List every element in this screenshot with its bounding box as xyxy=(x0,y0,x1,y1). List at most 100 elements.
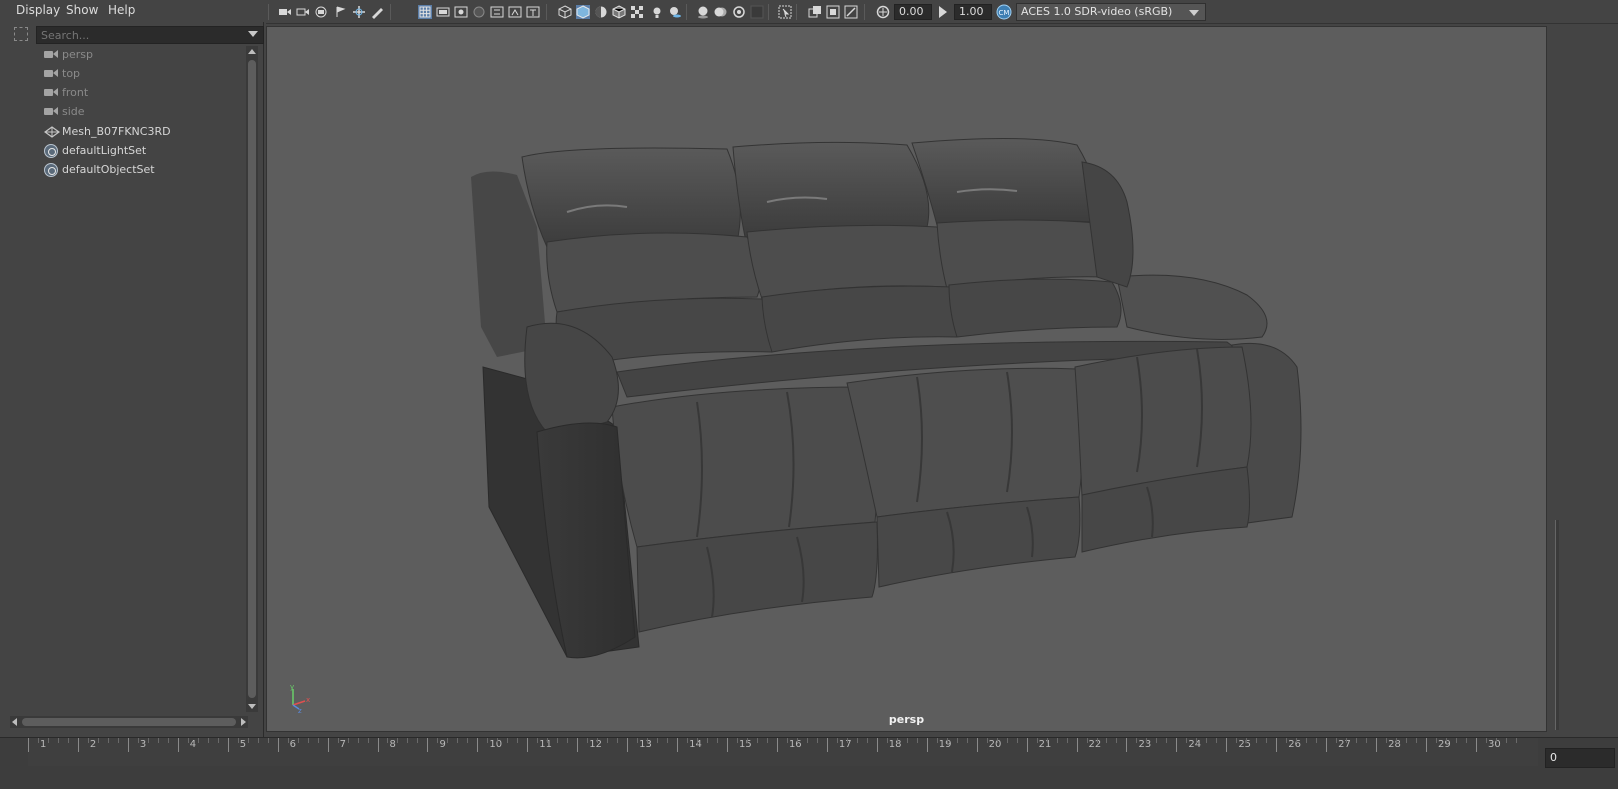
color-space-dropdown[interactable]: ACES 1.0 SDR-video (sRGB) xyxy=(1016,3,1206,21)
grid-icon[interactable] xyxy=(418,5,432,19)
depth-of-field-icon[interactable] xyxy=(750,5,764,19)
outliner-item-default-light-set[interactable]: defaultLightSet xyxy=(10,142,246,161)
2d-pan-zoom-icon[interactable] xyxy=(352,5,366,19)
safe-action-icon[interactable] xyxy=(508,5,522,19)
timeline-tick-label: 14 xyxy=(689,739,702,750)
timeline-minor-tick xyxy=(786,738,788,743)
timeline-minor-tick xyxy=(1206,738,1208,743)
safe-title-icon[interactable] xyxy=(526,5,540,19)
outliner-vertical-scrollbar[interactable] xyxy=(246,46,258,712)
outliner-item-persp[interactable]: persp xyxy=(10,46,246,65)
outliner-item-label: Mesh_B07FKNC3RD xyxy=(62,125,171,138)
timeline-minor-tick xyxy=(856,738,858,743)
search-input[interactable] xyxy=(36,26,264,44)
image-plane-icon[interactable] xyxy=(334,5,348,19)
timeline-tick-label: 8 xyxy=(389,739,396,750)
viewport-3d[interactable]: y x z persp xyxy=(266,26,1547,732)
timeline-minor-tick xyxy=(816,738,818,743)
outliner-item-mesh[interactable]: Mesh_B07FKNC3RD xyxy=(10,123,246,142)
timeline-minor-tick xyxy=(956,738,958,743)
select-camera-icon[interactable] xyxy=(278,5,292,19)
timeline-minor-tick xyxy=(637,738,639,743)
bookmarks-icon[interactable] xyxy=(314,5,328,19)
right-panel-edge xyxy=(1549,24,1618,734)
use-all-lights-icon[interactable] xyxy=(650,5,664,19)
timeline-minor-tick xyxy=(307,738,309,743)
camera-attributes-icon[interactable] xyxy=(296,5,310,19)
wireframe-icon[interactable] xyxy=(558,5,572,19)
timeline-tick-label: 6 xyxy=(289,739,297,750)
time-slider[interactable]: 1 2 3 4 5 6 7 8 9 10 11 12 13 14 15 16 17 18 19 20 21 22 23 24 2… xyxy=(0,737,1618,789)
search-row xyxy=(10,26,264,44)
outliner-item-label: side xyxy=(62,105,85,118)
xray-icon[interactable] xyxy=(808,5,822,19)
grease-pencil-icon[interactable] xyxy=(370,5,384,19)
outliner-horizontal-scrollbar[interactable] xyxy=(10,716,248,728)
menu-help[interactable]: Help xyxy=(108,3,135,17)
menu-display[interactable]: Display xyxy=(16,3,60,17)
color-management-icon[interactable]: CM xyxy=(996,4,1012,20)
isolate-select-icon[interactable] xyxy=(778,5,792,19)
timeline-minor-tick xyxy=(1316,738,1318,743)
timeline-minor-tick xyxy=(1495,738,1497,743)
scrollbar-thumb[interactable] xyxy=(22,718,236,726)
panel-divider[interactable] xyxy=(1555,520,1559,730)
timeline-tick xyxy=(1376,738,1378,752)
anti-aliasing-icon[interactable] xyxy=(732,5,746,19)
gate-mask-icon[interactable] xyxy=(472,5,486,19)
scroll-left-icon[interactable] xyxy=(12,718,17,726)
timeline-minor-tick xyxy=(1196,738,1198,743)
scrollbar-thumb[interactable] xyxy=(248,60,256,698)
xray-joints-icon[interactable] xyxy=(826,5,840,19)
smooth-shade-icon[interactable] xyxy=(576,5,590,19)
timeline-minor-tick xyxy=(1256,738,1258,743)
timeline-minor-tick xyxy=(67,738,69,743)
camera-icon xyxy=(44,87,58,99)
outliner-item-top[interactable]: top xyxy=(10,65,246,84)
scroll-up-icon[interactable] xyxy=(248,49,256,54)
default-material-icon[interactable] xyxy=(594,5,608,19)
timeline-tick-label: 16 xyxy=(788,739,802,750)
timeline-minor-tick xyxy=(587,738,589,743)
search-options-chevron-down-icon[interactable] xyxy=(248,31,258,37)
exposure-field[interactable]: 0.00 xyxy=(894,4,932,20)
menu-show[interactable]: Show xyxy=(66,3,98,17)
scroll-down-icon[interactable] xyxy=(248,704,256,709)
timeline-minor-tick xyxy=(1016,738,1018,743)
current-frame-field[interactable]: 0 xyxy=(1545,748,1615,768)
timeline-minor-tick xyxy=(617,738,619,743)
gamma-field[interactable]: 1.00 xyxy=(954,4,992,20)
field-chart-icon[interactable] xyxy=(490,5,504,19)
scroll-right-icon[interactable] xyxy=(241,718,246,726)
ambient-occlusion-icon[interactable] xyxy=(696,5,710,19)
timeline-minor-tick xyxy=(357,738,359,743)
timeline-minor-tick xyxy=(1266,738,1268,743)
timeline-minor-tick xyxy=(547,738,549,743)
resolution-gate-icon[interactable] xyxy=(454,5,468,19)
time-ruler[interactable]: 1 2 3 4 5 6 7 8 9 10 11 12 13 14 15 16 17 18 19 20 21 22 23 24 2… xyxy=(28,738,1538,766)
timeline-minor-tick xyxy=(1446,738,1447,743)
timeline-tick-label: 23 xyxy=(1138,739,1152,750)
timeline-tick xyxy=(227,738,229,752)
sofa-mesh[interactable] xyxy=(267,27,1547,732)
xray-components-icon[interactable] xyxy=(844,5,858,19)
timeline-minor-tick xyxy=(1006,738,1008,743)
timeline-minor-tick xyxy=(317,738,319,743)
exposure-icon[interactable] xyxy=(876,5,890,19)
shadows-icon[interactable] xyxy=(668,5,682,19)
timeline-tick-label: 5 xyxy=(239,739,247,750)
outliner-item-default-object-set[interactable]: defaultObjectSet xyxy=(10,161,246,180)
filter-icon[interactable] xyxy=(14,27,28,41)
timeline-minor-tick xyxy=(1485,738,1487,743)
textured-icon[interactable] xyxy=(630,5,644,19)
timeline-minor-tick xyxy=(846,738,848,743)
wireframe-on-shaded-icon[interactable] xyxy=(612,5,626,19)
outliner-item-front[interactable]: front xyxy=(10,84,246,103)
gamma-icon[interactable] xyxy=(936,5,950,19)
timeline-tick-label: 11 xyxy=(539,739,553,750)
film-gate-icon[interactable] xyxy=(436,5,450,19)
outliner-item-side[interactable]: side xyxy=(10,103,246,122)
timeline-minor-tick xyxy=(147,738,149,743)
motion-blur-icon[interactable] xyxy=(714,5,728,19)
timeline-minor-tick xyxy=(1136,738,1138,743)
